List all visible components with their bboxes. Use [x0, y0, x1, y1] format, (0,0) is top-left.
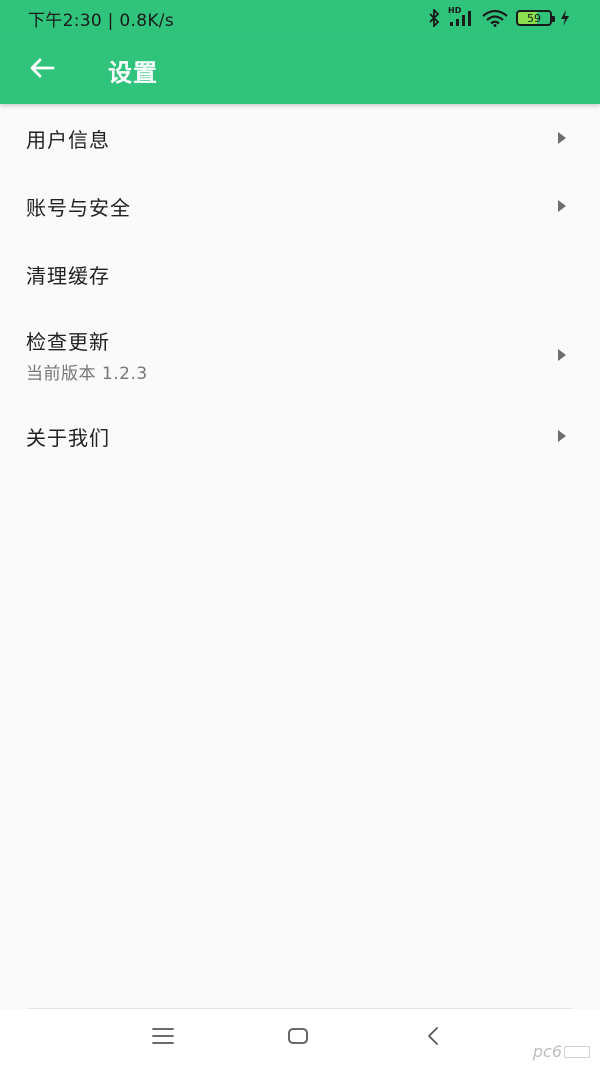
watermark: pc6: [533, 1042, 590, 1061]
setting-label: 用户信息: [26, 127, 110, 152]
arrow-left-icon: [29, 57, 55, 83]
setting-label: 关于我们: [26, 425, 110, 450]
setting-label: 清理缓存: [26, 263, 110, 288]
chevron-right-icon: [558, 132, 566, 144]
battery-level: 59: [527, 11, 541, 25]
setting-item-clear-cache[interactable]: 清理缓存: [0, 240, 600, 308]
system-back-button[interactable]: [413, 1023, 453, 1053]
page-title: 设置: [108, 58, 158, 87]
charging-icon: [560, 10, 570, 26]
setting-text-group: 检查更新 当前版本 1.2.3: [26, 326, 148, 384]
wifi-icon: [482, 9, 508, 27]
setting-item-check-update[interactable]: 检查更新 当前版本 1.2.3: [0, 308, 600, 402]
setting-item-about-us[interactable]: 关于我们: [0, 402, 600, 470]
setting-label: 检查更新: [26, 330, 110, 354]
menu-icon: [151, 1027, 175, 1049]
home-icon: [287, 1027, 309, 1049]
home-button[interactable]: [278, 1023, 318, 1053]
hd-label: HD: [448, 6, 462, 15]
bluetooth-icon: [428, 9, 440, 27]
status-bar: 下午2:30 | 0.8K/s HD 59: [0, 0, 600, 36]
recent-apps-button[interactable]: [143, 1023, 183, 1053]
watermark-text: pc6: [532, 1042, 562, 1061]
chevron-right-icon: [558, 349, 566, 361]
setting-item-account-security[interactable]: 账号与安全: [0, 172, 600, 240]
watermark-box: [564, 1045, 590, 1058]
back-chevron-icon: [426, 1026, 440, 1050]
back-button[interactable]: [16, 44, 68, 96]
battery-icon: 59: [516, 10, 555, 26]
settings-list: 用户信息 账号与安全 清理缓存 检查更新 当前版本 1.2.3 关于我们: [0, 104, 600, 470]
status-time-speed: 下午2:30 | 0.8K/s: [28, 10, 174, 31]
system-nav-bar: pc6: [0, 1009, 600, 1067]
chevron-right-icon: [558, 200, 566, 212]
setting-label: 账号与安全: [26, 195, 131, 220]
phone-screen: 下午2:30 | 0.8K/s HD 59 设置 用户信息 账号与安全 清理缓存…: [0, 0, 600, 1067]
signal-icon: HD: [448, 6, 474, 27]
app-bar: 设置: [0, 36, 600, 104]
chevron-right-icon: [558, 430, 566, 442]
setting-version-text: 当前版本 1.2.3: [26, 364, 148, 384]
status-icons: HD 59: [428, 6, 570, 27]
setting-item-user-info[interactable]: 用户信息: [0, 104, 600, 172]
